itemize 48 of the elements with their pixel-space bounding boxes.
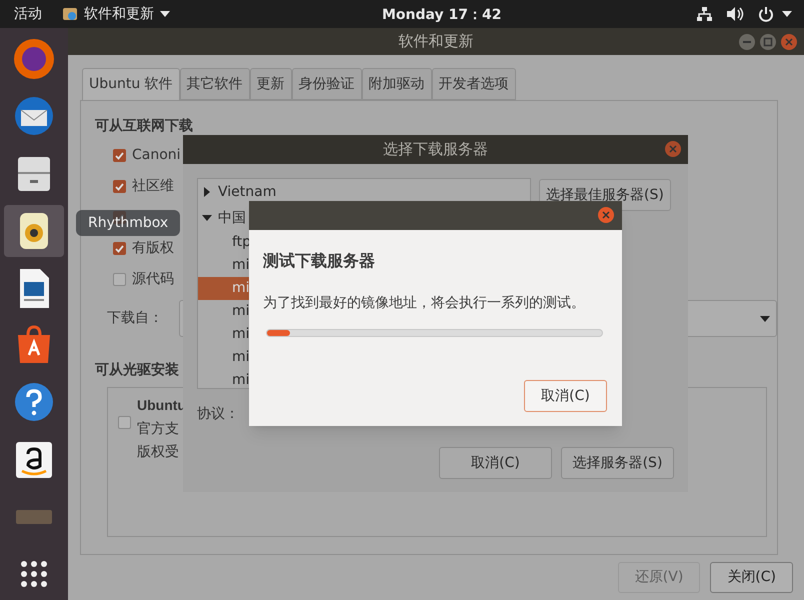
caret-icon bbox=[160, 11, 170, 17]
checkbox[interactable] bbox=[113, 242, 126, 255]
dialog-button[interactable]: 关闭(C) bbox=[710, 562, 793, 593]
checkbox-label: 源代码 bbox=[132, 270, 174, 289]
checkbox-label: 有版权 bbox=[132, 239, 174, 258]
dialog-button[interactable]: 选择服务器(S) bbox=[561, 447, 674, 479]
activities-button[interactable]: 活动 bbox=[14, 4, 42, 24]
app-menu[interactable]: 软件和更新 bbox=[62, 4, 170, 24]
close-icon[interactable] bbox=[780, 33, 798, 51]
checkbox[interactable] bbox=[113, 273, 126, 286]
volume-icon[interactable] bbox=[726, 6, 744, 22]
checkbox[interactable] bbox=[113, 149, 126, 162]
window-title: 软件和更新 bbox=[398, 31, 474, 52]
checkbox[interactable] bbox=[118, 416, 131, 429]
dialog-message: 为了找到最好的镜像地址，将会执行一系列的测试。 bbox=[263, 294, 586, 313]
option-description: 官方支 bbox=[137, 419, 179, 438]
network-icon[interactable] bbox=[696, 6, 712, 22]
tab[interactable]: Ubuntu 软件 bbox=[82, 68, 180, 100]
close-icon[interactable] bbox=[597, 206, 615, 224]
tree-item[interactable]: Vietnam bbox=[198, 179, 530, 205]
caret-icon[interactable] bbox=[782, 11, 792, 17]
bar-icon bbox=[16, 510, 52, 524]
dialog-heading: 测试下载服务器 bbox=[263, 250, 376, 272]
power-icon[interactable] bbox=[758, 6, 774, 22]
checkbox-label: 社区维 bbox=[132, 177, 174, 196]
section-heading: 可从互联网下载 bbox=[95, 117, 193, 135]
browser-icon bbox=[12, 37, 56, 82]
tooltip: Rhythmbox bbox=[76, 210, 180, 236]
tab[interactable]: 其它软件 bbox=[180, 68, 250, 100]
dialog-button[interactable]: 取消(C) bbox=[439, 447, 552, 479]
caret-icon bbox=[760, 316, 770, 322]
clock[interactable]: Monday 17：42 bbox=[382, 5, 502, 26]
checkbox-label: Canoni bbox=[132, 146, 181, 165]
cancel-button[interactable]: 取消(C) bbox=[524, 380, 607, 412]
tab[interactable]: 身份验证 bbox=[292, 68, 362, 100]
expanded-triangle-icon bbox=[202, 213, 212, 223]
collapsed-triangle-icon bbox=[202, 187, 212, 197]
tab[interactable]: 附加驱动 bbox=[362, 68, 432, 100]
dock-item[interactable] bbox=[4, 204, 64, 257]
section-heading: 可从光驱安装 bbox=[95, 361, 179, 379]
field-label: 协议： bbox=[197, 404, 239, 424]
tab[interactable]: 更新 bbox=[250, 68, 292, 100]
checkbox[interactable] bbox=[113, 180, 126, 193]
app-icon bbox=[62, 6, 78, 22]
dialog-title: 选择下载服务器 bbox=[383, 139, 488, 160]
field-label: 下载自： bbox=[107, 309, 164, 328]
option-description: 版权受 bbox=[137, 442, 179, 461]
tab[interactable]: 开发者选项 bbox=[432, 68, 516, 100]
